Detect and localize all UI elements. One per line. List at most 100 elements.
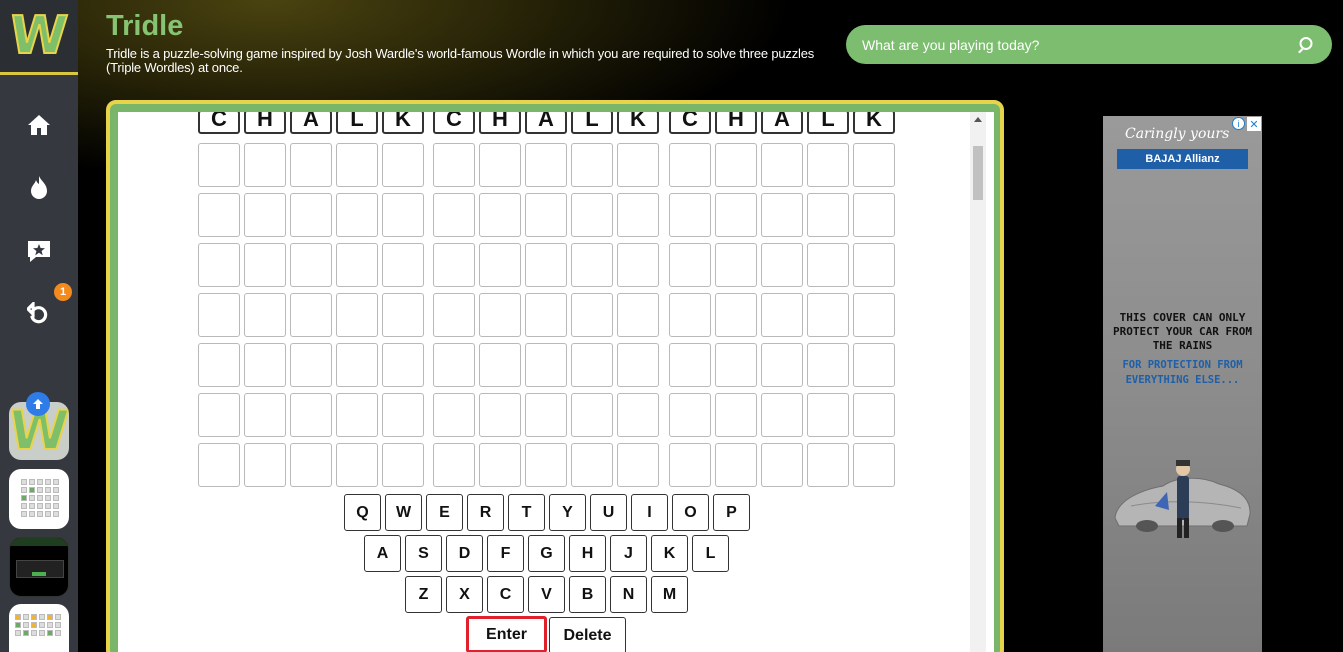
board-tile [715, 193, 757, 237]
board-tile [669, 243, 711, 287]
board-tile: H [479, 112, 521, 134]
key-n[interactable]: N [610, 576, 647, 613]
ad-close-icon[interactable]: ✕ [1247, 117, 1261, 131]
board-tile [617, 243, 659, 287]
key-k[interactable]: K [651, 535, 688, 572]
scroll-up-icon[interactable] [26, 392, 50, 416]
scrollbar-thumb[interactable] [973, 146, 983, 200]
board-tile [525, 143, 567, 187]
scroll-up-arrow-icon[interactable] [974, 117, 982, 122]
tridle-thumb[interactable] [9, 604, 69, 652]
board-tile [336, 293, 378, 337]
board-tile [244, 243, 286, 287]
board-tile: H [244, 112, 286, 134]
key-g[interactable]: G [528, 535, 565, 572]
game-frame: CHALKCHALKCHALK QWERTYUIOPASDFGHJKLZXCVB… [106, 100, 1004, 652]
board-tile [244, 193, 286, 237]
board-tile [853, 343, 895, 387]
key-r[interactable]: R [467, 494, 504, 531]
board-tile [382, 293, 424, 337]
board-tile [433, 243, 475, 287]
key-x[interactable]: X [446, 576, 483, 613]
board-tile [761, 243, 803, 287]
board-tile [382, 143, 424, 187]
key-b[interactable]: B [569, 576, 606, 613]
key-z[interactable]: Z [405, 576, 442, 613]
key-j[interactable]: J [610, 535, 647, 572]
ad-brand-logo: BAJAJ Allianz [1117, 149, 1248, 169]
board-tile [807, 193, 849, 237]
key-u[interactable]: U [590, 494, 627, 531]
board-tile [382, 393, 424, 437]
board-tile [433, 293, 475, 337]
ad-info-icon[interactable]: i [1232, 117, 1245, 130]
key-a[interactable]: A [364, 535, 401, 572]
key-s[interactable]: S [405, 535, 442, 572]
board-tile: K [382, 112, 424, 134]
search-input[interactable]: What are you playing today? [862, 37, 1298, 53]
board-tile [336, 343, 378, 387]
key-f[interactable]: F [487, 535, 524, 572]
key-q[interactable]: Q [344, 494, 381, 531]
board-tile [669, 293, 711, 337]
board-tile [433, 393, 475, 437]
key-p[interactable]: P [713, 494, 750, 531]
board-tile: C [433, 112, 475, 134]
board-tile [571, 393, 613, 437]
key-e[interactable]: E [426, 494, 463, 531]
key-o[interactable]: O [672, 494, 709, 531]
board-tile [479, 443, 521, 487]
key-c[interactable]: C [487, 576, 524, 613]
search-icon[interactable] [1298, 36, 1316, 54]
site-logo[interactable]: W [0, 0, 78, 75]
board-tile [853, 143, 895, 187]
key-m[interactable]: M [651, 576, 688, 613]
key-h[interactable]: H [569, 535, 606, 572]
board-tile [571, 343, 613, 387]
board-tile [336, 143, 378, 187]
board-tile [525, 443, 567, 487]
board-tile [382, 443, 424, 487]
undo-icon[interactable] [24, 299, 54, 329]
board-tile [715, 293, 757, 337]
advertisement[interactable]: i ✕ Caringly yours BAJAJ Allianz THIS CO… [1103, 116, 1262, 652]
board-tile [669, 343, 711, 387]
board-tile [479, 243, 521, 287]
board-tile [244, 393, 286, 437]
board-tile [853, 443, 895, 487]
search-bar[interactable]: What are you playing today? [846, 25, 1332, 64]
board-tile [761, 143, 803, 187]
board-tile [807, 143, 849, 187]
board-tile [807, 393, 849, 437]
board-tile [669, 143, 711, 187]
fire-icon[interactable] [24, 173, 54, 203]
ad-tagline: Caringly yours [1125, 126, 1230, 142]
home-icon[interactable] [24, 110, 54, 140]
delete-key[interactable]: Delete [549, 617, 626, 652]
wordle-thumb[interactable] [9, 469, 69, 529]
covered-car-image [1114, 460, 1251, 538]
key-t[interactable]: T [508, 494, 545, 531]
star-message-icon[interactable] [24, 236, 54, 266]
board-tile [617, 293, 659, 337]
key-v[interactable]: V [528, 576, 565, 613]
dark-game-thumb[interactable] [9, 537, 69, 597]
board-tile: K [617, 112, 659, 134]
enter-key[interactable]: Enter [466, 616, 547, 652]
key-l[interactable]: L [692, 535, 729, 572]
board-tile [244, 443, 286, 487]
board-tile [571, 243, 613, 287]
board-tile: L [807, 112, 849, 134]
scrollbar[interactable] [970, 112, 986, 652]
board-tile: K [853, 112, 895, 134]
key-y[interactable]: Y [549, 494, 586, 531]
board-tile [571, 293, 613, 337]
board-tile [479, 143, 521, 187]
key-w[interactable]: W [385, 494, 422, 531]
key-i[interactable]: I [631, 494, 668, 531]
key-d[interactable]: D [446, 535, 483, 572]
board-tile [617, 443, 659, 487]
board-tile [807, 343, 849, 387]
board-tile [761, 193, 803, 237]
board-tile [198, 393, 240, 437]
